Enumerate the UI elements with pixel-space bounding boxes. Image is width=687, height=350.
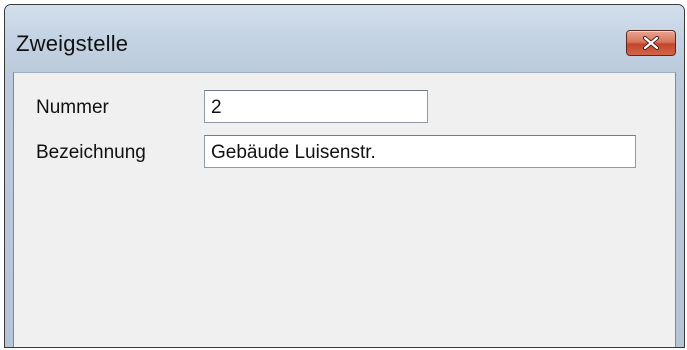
nummer-input[interactable] [204,90,428,123]
window-title: Zweigstelle [16,31,129,56]
bezeichnung-label: Bezeichnung [36,142,146,163]
nummer-label: Nummer [36,97,109,118]
close-button[interactable] [626,30,676,56]
bezeichnung-input[interactable] [204,135,636,168]
title-bar[interactable]: Zweigstelle [5,5,684,71]
close-icon [643,36,659,50]
dialog-window: Zweigstelle Nummer Bezeichnung [4,4,685,348]
dialog-content: Nummer Bezeichnung [13,72,676,347]
